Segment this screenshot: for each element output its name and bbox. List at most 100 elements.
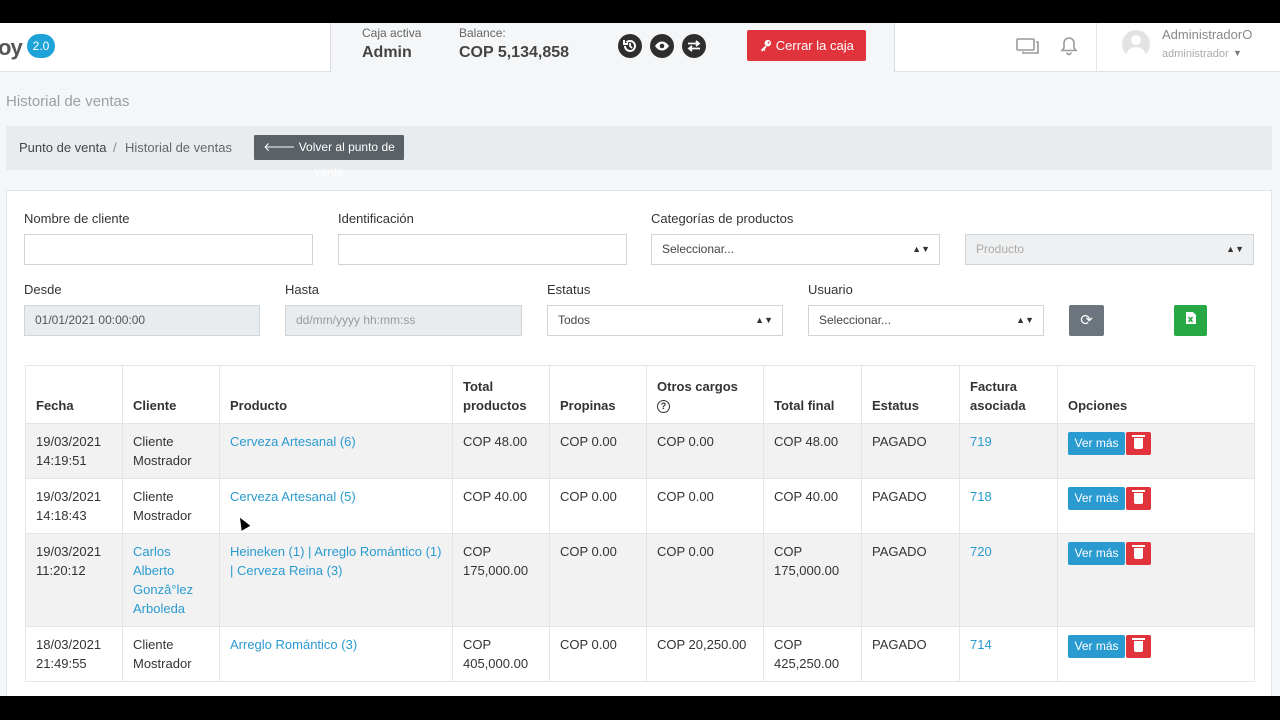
cell-estatus: PAGADO (861, 626, 960, 682)
invoice-link[interactable]: 714 (970, 637, 992, 652)
breadcrumb: Punto de venta / Historial de ventas 🡐 V… (6, 126, 1272, 179)
cell-otros-cargos: COP 0.00 (646, 533, 764, 627)
cell-fecha: 19/03/2021 14:19:51 (25, 423, 123, 479)
close-register-label: Cerrar la caja (775, 38, 854, 53)
cell-options: Ver más (1057, 478, 1255, 534)
close-register-button[interactable]: Cerrar la caja (747, 30, 866, 61)
help-icon[interactable]: ? (657, 400, 670, 413)
top-navbar: oy 2.0 Caja activa Admin Balance: COP 5,… (0, 23, 1280, 72)
client-link[interactable]: Carlos Alberto Gonzâ°lez Arboleda (133, 544, 193, 616)
logo[interactable]: oy (0, 35, 23, 61)
page-title: Historial de ventas (6, 93, 130, 110)
active-register-label: Caja activa (362, 26, 422, 40)
select-arrows-icon: ▲▼ (912, 244, 930, 254)
chat-icon[interactable] (1016, 36, 1040, 61)
delete-button[interactable] (1126, 487, 1151, 510)
categories-select-value: Seleccionar... (662, 242, 735, 256)
product-link[interactable]: Cerveza Artesanal (5) (230, 489, 356, 504)
chevron-down-icon[interactable]: ▼ (1233, 48, 1242, 58)
categories-label: Categorías de productos (651, 211, 794, 226)
breadcrumb-pos[interactable]: Punto de venta (19, 140, 106, 155)
view-more-button[interactable]: Ver más (1068, 635, 1125, 658)
cell-options: Ver más (1057, 423, 1255, 479)
balance-label: Balance: (459, 26, 506, 40)
from-date-input[interactable]: 01/01/2021 00:00:00 (24, 305, 260, 336)
cell-otros-cargos: COP 20,250.00 (646, 626, 764, 682)
trash-icon (1132, 638, 1145, 652)
delete-button[interactable] (1126, 635, 1151, 658)
trash-icon (1132, 545, 1145, 559)
col-cliente[interactable]: Cliente (122, 365, 220, 424)
user-select-value: Seleccionar... (819, 313, 892, 327)
delete-button[interactable] (1126, 432, 1151, 455)
cell-options: Ver más (1057, 626, 1255, 682)
cell-total-productos: COP 175,000.00 (452, 533, 550, 627)
cell-cliente: Cliente Mostrador (122, 423, 220, 479)
product-link[interactable]: Arreglo Romántico (3) (230, 637, 357, 652)
col-total-productos[interactable]: Total productos (452, 365, 550, 424)
key-icon (759, 38, 776, 53)
invoice-link[interactable]: 720 (970, 544, 992, 559)
product-link[interactable]: Heineken (1) | Arreglo Romántico (1) | C… (230, 544, 441, 578)
user-divider (1096, 23, 1097, 72)
back-to-pos-label: Volver al punto de venta (298, 140, 395, 179)
col-fecha[interactable]: Fecha (25, 365, 123, 424)
refresh-icon: ⟳ (1080, 312, 1093, 329)
cell-total-final: COP 425,250.00 (763, 626, 862, 682)
delete-button[interactable] (1126, 542, 1151, 565)
status-select-value: Todos (558, 313, 591, 327)
table-row: 19/03/2021 11:20:12 Carlos Alberto Gonzâ… (25, 533, 1255, 627)
back-to-pos-button[interactable]: 🡐 Volver al punto de venta (254, 135, 404, 179)
view-more-button[interactable]: Ver más (1068, 432, 1125, 455)
cell-total-final: COP 48.00 (763, 423, 862, 479)
invoice-link[interactable]: 719 (970, 434, 992, 449)
col-otros-cargos-label: Otros cargos (657, 379, 738, 394)
cell-otros-cargos: COP 0.00 (646, 423, 764, 479)
status-select[interactable]: Todos ▲▼ (547, 305, 783, 336)
client-name-label: Nombre de cliente (24, 211, 130, 226)
select-arrows-icon: ▲▼ (1226, 244, 1244, 254)
col-propinas[interactable]: Propinas (549, 365, 647, 424)
cash-register-panel: Caja activa Admin Balance: COP 5,134,858… (330, 23, 895, 72)
avatar[interactable] (1122, 30, 1150, 58)
col-total-final[interactable]: Total final (763, 365, 862, 424)
cell-propinas: COP 0.00 (549, 533, 647, 627)
view-more-button[interactable]: Ver más (1068, 542, 1125, 565)
cell-fecha: 18/03/2021 21:49:55 (25, 626, 123, 682)
app-screen: oy 2.0 Caja activa Admin Balance: COP 5,… (0, 23, 1280, 696)
refresh-button[interactable]: ⟳ (1069, 305, 1104, 336)
user-name[interactable]: AdministradorO (1162, 27, 1252, 42)
user-select[interactable]: Seleccionar... ▲▼ (808, 305, 1044, 336)
table-row: 19/03/2021 14:19:51 Cliente Mostrador Ce… (25, 423, 1255, 479)
select-arrows-icon: ▲▼ (755, 315, 773, 325)
cell-propinas: COP 0.00 (549, 478, 647, 534)
col-factura[interactable]: Factura asociada (959, 365, 1058, 424)
cell-otros-cargos: COP 0.00 (646, 478, 764, 534)
invoice-link[interactable]: 718 (970, 489, 992, 504)
cell-fecha: 19/03/2021 11:20:12 (25, 533, 123, 627)
excel-icon (1185, 312, 1197, 326)
eye-icon[interactable] (650, 34, 674, 58)
client-name-input[interactable] (24, 234, 313, 265)
identification-input[interactable] (338, 234, 627, 265)
history-icon[interactable] (618, 34, 642, 58)
bell-icon[interactable] (1060, 36, 1078, 61)
categories-select[interactable]: Seleccionar... ▲▼ (651, 234, 940, 265)
col-opciones: Opciones (1057, 365, 1255, 424)
export-excel-button[interactable] (1174, 305, 1207, 336)
swap-icon[interactable] (682, 34, 706, 58)
cell-cliente: Cliente Mostrador (122, 626, 220, 682)
product-link[interactable]: Cerveza Artesanal (6) (230, 434, 356, 449)
col-estatus[interactable]: Estatus (861, 365, 960, 424)
status-label: Estatus (547, 282, 591, 297)
product-select-value: Producto (976, 242, 1025, 256)
from-label: Desde (24, 282, 62, 297)
col-otros-cargos[interactable]: Otros cargos ? (646, 365, 764, 424)
to-date-input[interactable]: dd/mm/yyyy hh:mm:ss (285, 305, 522, 336)
cell-fecha: 19/03/2021 14:18:43 (25, 478, 123, 534)
col-producto[interactable]: Producto (219, 365, 453, 424)
view-more-button[interactable]: Ver más (1068, 487, 1125, 510)
cell-options: Ver más (1057, 533, 1255, 627)
user-label: Usuario (808, 282, 853, 297)
cell-estatus: PAGADO (861, 478, 960, 534)
